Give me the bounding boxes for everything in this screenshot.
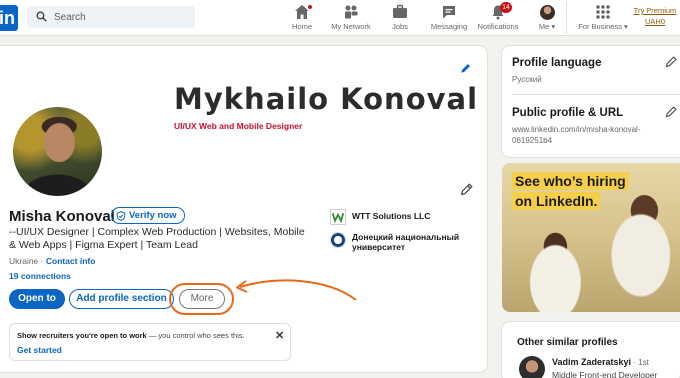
annotation-arrow-icon — [236, 279, 357, 301]
add-profile-section-button[interactable]: Add profile section — [69, 289, 174, 309]
profile-location-row: Ukraine · Contact info — [9, 256, 95, 266]
similar-profile-name-row[interactable]: Vadim Zaderatskyi · 1st — [552, 357, 649, 367]
banner-name: Mykhailo Konoval — [174, 82, 479, 116]
open-to-work-banner: Show recruiters you're open to work — yo… — [9, 323, 291, 361]
connections-link[interactable]: 19 connections — [9, 271, 71, 281]
me-avatar — [539, 5, 555, 20]
verify-now-button[interactable]: Verify now — [111, 207, 185, 224]
edit-url-pencil-icon[interactable] — [665, 106, 677, 118]
open-to-work-bold: Show recruiters you're open to work — [17, 331, 147, 340]
education-school[interactable]: Донецкий национальный университет — [330, 232, 492, 252]
grid-icon — [596, 5, 610, 19]
nav-jobs[interactable]: Jobs — [372, 2, 428, 34]
edit-intro-pencil-icon[interactable] — [460, 183, 473, 196]
search-icon — [36, 11, 47, 22]
similar-profile-name: Vadim Zaderatskyi — [552, 357, 632, 367]
nav-for-business[interactable]: For Business ▾ — [575, 2, 631, 34]
open-to-work-text: Show recruiters you're open to work — yo… — [17, 331, 267, 340]
nav-jobs-label: Jobs — [392, 22, 408, 31]
contact-info-link[interactable]: Contact info — [46, 256, 96, 266]
profile-name: Misha Konoval — [9, 208, 115, 225]
wtt-logo-icon — [332, 212, 344, 223]
edit-language-pencil-icon[interactable] — [665, 56, 677, 68]
similar-profiles-title: Other similar profiles — [517, 337, 618, 348]
company-name: WTT Solutions LLC — [352, 211, 431, 221]
nav-notifications-label: Notifications — [477, 22, 519, 31]
messaging-icon — [443, 6, 455, 19]
search-input[interactable] — [48, 6, 188, 28]
profile-settings-card: Profile language Русский Public profile … — [502, 46, 680, 157]
similar-profile-avatar[interactable] — [519, 356, 545, 378]
ad-line-1: See who’s hiring — [512, 172, 629, 190]
nav-home-label: Home — [291, 22, 312, 31]
premium-line-1: Try Premium — [633, 6, 677, 15]
get-started-link[interactable]: Get started — [17, 345, 62, 355]
top-nav: in Home My Network Jobs Messaging 14 Not… — [0, 0, 680, 36]
profile-card: Mykhailo Konoval UI/UX Web and Mobile De… — [0, 46, 487, 372]
home-badge-dot — [306, 3, 314, 11]
hiring-ad[interactable]: See who’s hiring on LinkedIn. — [502, 163, 680, 312]
similar-profile-role: Middle Front-end Developer — [552, 370, 658, 378]
profile-language-value: Русский — [512, 75, 542, 84]
open-to-work-rest: — you control who sees this. — [146, 331, 245, 340]
annotation-highlight-circle — [169, 283, 234, 315]
ad-line-2: on LinkedIn. — [512, 192, 601, 210]
search-box[interactable] — [27, 6, 195, 28]
public-profile-title: Public profile & URL — [512, 107, 624, 119]
university-logo — [330, 232, 346, 248]
profile-location: Ukraine — [9, 256, 39, 266]
edit-banner-pencil-icon[interactable] — [460, 63, 471, 74]
profile-language-title: Profile language — [512, 57, 602, 69]
nav-home[interactable]: Home — [274, 2, 330, 34]
similar-profiles-card: Other similar profiles Vadim Zaderatskyi… — [502, 322, 680, 378]
current-company[interactable]: WTT Solutions LLC — [330, 209, 430, 225]
ad-headline: See who’s hiring on LinkedIn. — [512, 172, 629, 212]
banner-subtitle: UI/UX Web and Mobile Designer — [174, 121, 303, 131]
jobs-icon — [393, 4, 407, 18]
nav-messaging-label: Messaging — [430, 22, 468, 31]
profile-photo[interactable] — [10, 104, 105, 199]
similar-profile-degree: · 1st — [631, 358, 649, 367]
company-logo — [330, 209, 346, 225]
try-premium-link[interactable]: Try Premium UAH0 — [630, 5, 680, 27]
premium-line-2: UAH0 — [644, 17, 665, 26]
nav-messaging[interactable]: Messaging — [421, 2, 477, 34]
notifications-badge: 14 — [500, 2, 512, 13]
nav-for-business-label: For Business ▾ — [578, 22, 628, 31]
nav-notifications[interactable]: 14 Notifications — [470, 2, 526, 34]
nav-my-network[interactable]: My Network — [323, 2, 379, 34]
network-icon — [345, 5, 358, 19]
nav-divider — [566, 2, 567, 34]
linkedin-logo[interactable]: in — [0, 5, 18, 31]
nav-my-network-label: My Network — [331, 22, 371, 31]
open-to-button[interactable]: Open to — [9, 289, 65, 309]
location-separator: · — [38, 256, 46, 266]
shield-check-icon — [116, 210, 126, 221]
profile-headline: --UI/UX Designer | Complex Web Productio… — [9, 226, 305, 251]
settings-divider — [512, 94, 680, 95]
public-profile-url[interactable]: www.linkedin.com/in/misha-konoval-061925… — [512, 124, 662, 146]
university-name: Донецкий национальный университет — [352, 232, 460, 252]
close-icon[interactable]: ✕ — [275, 329, 284, 342]
verify-now-label: Verify now — [129, 210, 177, 221]
